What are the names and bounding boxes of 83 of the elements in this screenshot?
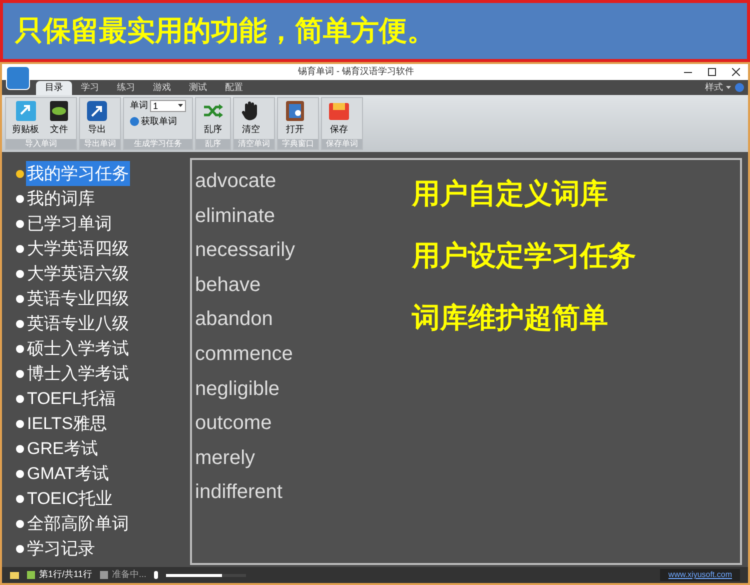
ribbon-button[interactable]: 文件 <box>44 98 74 136</box>
book-icon <box>284 100 306 122</box>
bullet-icon <box>16 470 24 478</box>
word-list-item[interactable]: 全部高阶单词 <box>26 510 130 536</box>
word-list-item[interactable]: 我的词库 <box>26 186 96 212</box>
bullet-icon <box>16 170 24 178</box>
bullet-icon <box>16 544 24 552</box>
ribbon-button[interactable]: 清空 <box>236 98 266 136</box>
bullet-icon <box>16 444 24 452</box>
ribbon-tab[interactable]: 配置 <box>216 81 252 95</box>
group-label: 清空单词 <box>234 139 274 149</box>
close-icon <box>732 68 740 76</box>
bullet-icon <box>16 294 24 302</box>
group-label: 导出单词 <box>80 139 120 149</box>
window-title: 锡育单词 - 锡育汉语学习软件 <box>297 65 415 78</box>
ribbon-tab[interactable]: 游戏 <box>144 81 180 95</box>
word-count-dropdown[interactable]: 1 <box>150 100 186 112</box>
bullet-icon <box>16 494 24 502</box>
bullet-icon <box>16 394 24 402</box>
word-item[interactable]: eliminate <box>195 198 412 234</box>
caret-icon <box>178 104 183 108</box>
group-label: 导入单词 <box>6 139 76 149</box>
status-text: 准备中... <box>100 568 146 582</box>
word-list-item[interactable]: GRE考试 <box>26 436 99 462</box>
ribbon-button[interactable]: 导出 <box>82 98 112 136</box>
bullet-icon <box>16 194 24 202</box>
word-list-item[interactable]: 大学英语六级 <box>26 260 130 286</box>
website-link[interactable]: www.xiyusoft.com <box>660 569 740 581</box>
ribbon-tab[interactable]: 练习 <box>108 81 144 95</box>
word-list-item[interactable]: 英语专业八级 <box>26 310 130 336</box>
folder-icon[interactable] <box>10 572 19 578</box>
callout-text: 词库维护超简单 <box>412 300 609 336</box>
save-icon <box>328 100 350 122</box>
banner-text: 只保留最实用的功能，简单方便。 <box>15 13 435 49</box>
word-item[interactable]: negligible <box>195 372 412 406</box>
group-label: 保存单词 <box>322 139 362 149</box>
export-icon <box>86 100 108 122</box>
ribbon-tab[interactable]: 目录 <box>36 81 72 95</box>
word-item[interactable]: indifferent <box>195 475 412 510</box>
bullet-icon <box>16 420 24 428</box>
bullet-icon <box>16 244 24 252</box>
bullet-icon <box>16 320 24 328</box>
ribbon-button[interactable]: 剪贴板 <box>8 98 43 136</box>
bullet-icon <box>16 220 24 228</box>
ribbon-tab[interactable]: 测试 <box>180 81 216 95</box>
word-list-item[interactable]: GMAT考试 <box>26 460 110 486</box>
word-item[interactable]: outcome <box>195 406 412 441</box>
word-list-item[interactable]: 博士入学考试 <box>26 360 130 386</box>
ribbon-button[interactable]: 保存 <box>324 98 354 136</box>
word-list-item[interactable]: IELTS雅思 <box>26 410 108 436</box>
group-label: 字典窗口 <box>278 139 318 149</box>
callout-text: 用户自定义词库 <box>412 176 609 212</box>
bullet-icon <box>16 370 24 378</box>
ribbon-tab[interactable]: 学习 <box>72 81 108 95</box>
word-item[interactable]: merely <box>195 440 412 476</box>
word-list-item[interactable]: TOEIC托业 <box>26 486 114 512</box>
callout-text: 用户设定学习任务 <box>412 238 636 274</box>
ribbon-button[interactable]: 乱序 <box>198 98 228 136</box>
word-list-item[interactable]: 已学习单词 <box>26 210 113 236</box>
bullet-icon <box>16 520 24 528</box>
word-item[interactable]: advocate <box>195 164 412 199</box>
bullet-icon <box>16 270 24 278</box>
file-icon <box>48 100 70 122</box>
group-label: 乱序 <box>196 139 230 149</box>
word-item[interactable]: abandon <box>195 302 412 337</box>
word-item[interactable]: behave <box>195 268 412 302</box>
word-item[interactable]: necessarily <box>195 233 412 268</box>
word-list-item[interactable]: 硕士入学考试 <box>26 336 130 362</box>
bullet-icon <box>16 344 24 352</box>
fetch-words-button[interactable]: 获取单词 <box>130 114 186 128</box>
group-label: 生成学习任务 <box>124 139 192 149</box>
word-count-label: 单词 <box>130 99 148 112</box>
style-menu[interactable]: 样式 <box>705 80 735 94</box>
caret-icon <box>726 86 731 89</box>
word-list-item[interactable]: 我的学习任务 <box>26 160 130 186</box>
ribbon-button[interactable]: 打开 <box>280 98 310 136</box>
word-list-item[interactable]: TOEFL托福 <box>26 386 116 412</box>
clipboard-icon <box>14 100 36 122</box>
row-position: 第1行/共11行 <box>27 568 92 582</box>
word-item[interactable]: commence <box>195 336 412 372</box>
word-list-item[interactable]: 学习记录 <box>26 536 96 562</box>
word-list-item[interactable]: 英语专业四级 <box>26 286 130 312</box>
word-list-item[interactable]: 大学英语四级 <box>26 236 130 262</box>
